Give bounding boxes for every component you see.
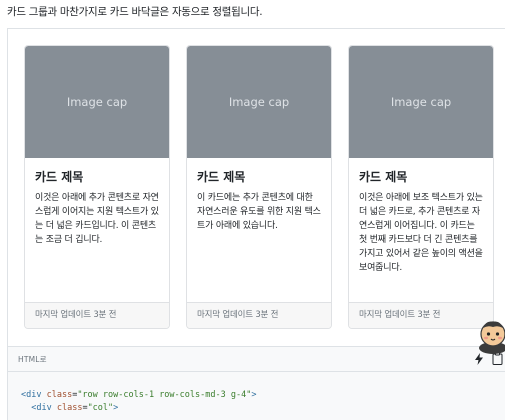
card: Image cap 카드 제목 이 카드에는 추가 콘텐츠에 대한 자연스러운 … (186, 45, 332, 329)
example-preview: Image cap 카드 제목 이것은 아래에 추가 콘텐츠로 자연스럽게 이어… (7, 28, 505, 346)
card-body: 카드 제목 이것은 아래에 추가 콘텐츠로 자연스럽게 이어지는 지원 텍스트가… (25, 158, 169, 247)
image-cap-label: Image cap (228, 95, 290, 109)
card-footer: 마지막 업데이트 3분 전 (25, 302, 169, 328)
card-title: 카드 제목 (35, 170, 84, 184)
code-line: <div class="col"> (31, 403, 119, 413)
card-image-cap: Image cap (25, 46, 169, 158)
card-text: 이것은 아래에 보조 텍스트가 있는 더 넓은 카드로, 추가 콘텐츠로 자연스… (359, 193, 483, 273)
card: Image cap 카드 제목 이것은 아래에 추가 콘텐츠로 자연스럽게 이어… (24, 45, 170, 329)
card-text: 이 카드에는 추가 콘텐츠에 대한 자연스러운 유도를 위한 지원 텍스트가 아… (197, 193, 321, 231)
card-image-cap: Image cap (187, 46, 331, 158)
card-title: 카드 제목 (197, 170, 246, 184)
code-block-header: HTML로 (7, 346, 505, 372)
card-text: 이것은 아래에 추가 콘텐츠로 자연스럽게 이어지는 지원 텍스트가 있는 더 … (35, 193, 159, 245)
mascot-icon[interactable] (476, 318, 505, 354)
card-image-cap: Image cap (349, 46, 493, 158)
card: Image cap 카드 제목 이것은 아래에 보조 텍스트가 있는 더 넓은 … (348, 45, 494, 329)
code-line: <div class="row row-cols-1 row-cols-md-3… (21, 390, 257, 400)
image-cap-label: Image cap (66, 95, 128, 109)
intro-text: 카드 그룹과 마찬가지로 카드 바닥글은 자동으로 정렬됩니다. (7, 6, 263, 18)
image-cap-label: Image cap (390, 95, 452, 109)
code-language-label: HTML로 (18, 355, 47, 364)
card-footer: 마지막 업데이트 3분 전 (187, 302, 331, 328)
bolt-icon[interactable] (474, 353, 484, 365)
card-body: 카드 제목 이 카드에는 추가 콘텐츠에 대한 자연스러운 유도를 위한 지원 … (187, 158, 331, 233)
card-body: 카드 제목 이것은 아래에 보조 텍스트가 있는 더 넓은 카드로, 추가 콘텐… (349, 158, 493, 275)
card-title: 카드 제목 (359, 170, 408, 184)
card-footer: 마지막 업데이트 3분 전 (349, 302, 493, 328)
code-block: <div class="row row-cols-1 row-cols-md-3… (7, 372, 505, 420)
